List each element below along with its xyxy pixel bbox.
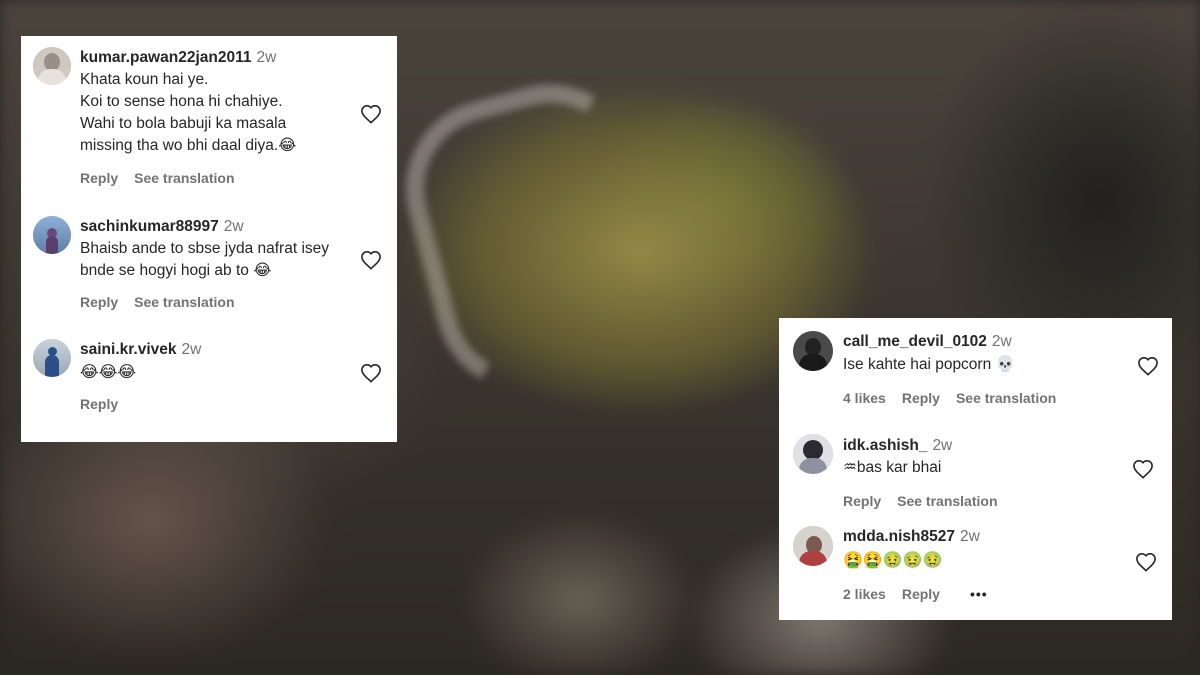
see-translation-button[interactable]: See translation	[134, 294, 234, 310]
username-text[interactable]: mdda.nish8527	[843, 528, 955, 545]
comment-line: Wahi to bola babuji ka masala	[80, 115, 287, 132]
timestamp: 2w	[223, 218, 244, 235]
username-text[interactable]: saini.kr.vivek	[80, 341, 177, 358]
comment-line: missing tha wo bhi daal diya.😂	[80, 137, 297, 154]
timestamp: 2w	[960, 528, 980, 545]
see-translation-button[interactable]: See translation	[897, 493, 997, 509]
timestamp: 2w	[991, 333, 1012, 350]
heart-icon[interactable]	[360, 104, 382, 124]
reply-button[interactable]: Reply	[902, 390, 940, 406]
comment-actions: 2 likes Reply •••	[843, 586, 1004, 602]
reply-button[interactable]: Reply	[902, 586, 940, 602]
comment-text: Bhaisb ande to sbse jyda nafrat isey bnd…	[80, 238, 329, 282]
comment-text: Ise kahte hai popcorn 💀	[843, 354, 1015, 376]
timestamp: 2w	[932, 437, 953, 454]
timestamp: 2w	[256, 49, 277, 66]
heart-icon[interactable]	[1132, 459, 1154, 479]
comment-line: 😂😂😂	[80, 362, 137, 381]
reply-button[interactable]: Reply	[80, 170, 118, 186]
username[interactable]: mdda.nish8527 2w	[843, 528, 980, 546]
comment-actions: Reply See translation	[80, 294, 251, 310]
reply-button[interactable]: Reply	[843, 493, 881, 509]
comment-text: 🤮🤮🤢🤢🤢	[843, 549, 943, 571]
heart-icon[interactable]	[360, 250, 382, 270]
comment-line: ♒bas kar bhai	[843, 459, 942, 476]
avatar[interactable]	[793, 434, 833, 474]
see-translation-button[interactable]: See translation	[134, 170, 234, 186]
reply-button[interactable]: Reply	[80, 294, 118, 310]
heart-icon[interactable]	[1137, 356, 1159, 376]
comment-line: bnde se hogyi hogi ab to 😂	[80, 262, 272, 279]
avatar[interactable]	[33, 47, 71, 85]
username-text[interactable]: call_me_devil_0102	[843, 333, 987, 350]
comment-line: Koi to sense hona hi chahiye.	[80, 93, 283, 110]
heart-icon[interactable]	[1135, 552, 1157, 572]
username-text[interactable]: sachinkumar88997	[80, 218, 219, 235]
comment-line: Khata koun hai ye.	[80, 71, 209, 88]
comment-text: ♒bas kar bhai	[843, 457, 941, 479]
username-text[interactable]: kumar.pawan22jan2011	[80, 49, 251, 66]
avatar[interactable]	[793, 526, 833, 566]
avatar[interactable]	[33, 216, 71, 254]
username[interactable]: saini.kr.vivek 2w	[80, 341, 201, 359]
avatar[interactable]	[793, 331, 833, 371]
likes-count[interactable]: 4 likes	[843, 390, 886, 406]
comment-line: Bhaisb ande to sbse jyda nafrat isey	[80, 240, 330, 257]
username[interactable]: sachinkumar88997 2w	[80, 218, 244, 236]
see-translation-button[interactable]: See translation	[956, 390, 1056, 406]
comment-actions: Reply	[80, 396, 134, 412]
comment-text: 😂😂😂	[80, 361, 136, 383]
comment-line: Ise kahte hai popcorn 💀	[843, 356, 1015, 373]
likes-count[interactable]: 2 likes	[843, 586, 886, 602]
username[interactable]: call_me_devil_0102 2w	[843, 333, 1012, 351]
timestamp: 2w	[181, 341, 202, 358]
comment-actions: Reply See translation	[80, 170, 251, 186]
comments-panel-right: call_me_devil_0102 2w Ise kahte hai popco…	[779, 318, 1172, 620]
username[interactable]: kumar.pawan22jan2011 2w	[80, 49, 276, 67]
username[interactable]: idk.ashish_ 2w	[843, 437, 952, 455]
reply-button[interactable]: Reply	[80, 396, 118, 412]
comment-actions: Reply See translation	[843, 493, 1014, 509]
heart-icon[interactable]	[360, 363, 382, 383]
comment-actions: 4 likes Reply See translation	[843, 390, 1072, 406]
avatar[interactable]	[33, 339, 71, 377]
username-text[interactable]: idk.ashish_	[843, 437, 927, 454]
more-options-icon[interactable]: •••	[970, 586, 988, 602]
comments-panel-left: kumar.pawan22jan2011 2w Khata koun hai ye…	[21, 36, 397, 442]
comment-text: Khata koun hai ye. Koi to sense hona hi …	[80, 69, 296, 157]
comment-line: 🤮🤮🤢🤢🤢	[843, 550, 943, 569]
